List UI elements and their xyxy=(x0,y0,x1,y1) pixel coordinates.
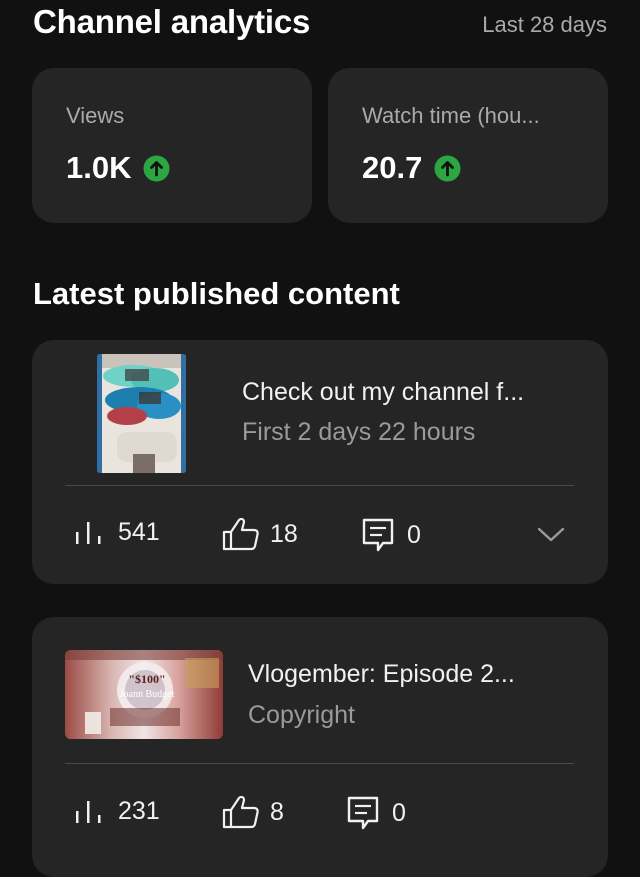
video-subtitle: First 2 days 22 hours xyxy=(242,418,476,446)
views-count: 541 xyxy=(118,518,160,546)
likes-count: 8 xyxy=(270,797,284,826)
thumbnail-budget-text: Joann Budget xyxy=(120,689,175,700)
watch-time-stat-value: 20.7 xyxy=(362,150,423,185)
bar-chart-icon xyxy=(76,521,101,544)
views-stat-value-row: 1.0K xyxy=(66,150,170,186)
content-card[interactable]: "$100" Joann Budget Vlogember: Episode 2… xyxy=(32,617,608,877)
divider xyxy=(65,763,574,764)
watch-time-stat-label: Watch time (hou... xyxy=(362,103,540,128)
views-metric: 231 xyxy=(74,797,160,826)
thumbnail-image xyxy=(97,354,186,473)
video-subtitle: Copyright xyxy=(248,701,355,729)
comments-count: 0 xyxy=(407,520,421,549)
thumbs-up-icon xyxy=(222,795,259,829)
section-title: Latest published content xyxy=(33,276,400,311)
views-stat-card[interactable]: Views 1.0K xyxy=(32,68,312,223)
video-thumbnail[interactable]: "$100" Joann Budget xyxy=(65,650,223,739)
date-range-label[interactable]: Last 28 days xyxy=(482,12,607,38)
views-stat-value: 1.0K xyxy=(66,150,132,185)
content-card[interactable]: Check out my channel f... First 2 days 2… xyxy=(32,340,608,584)
views-stat-label: Views xyxy=(66,103,125,128)
comments-count: 0 xyxy=(392,798,406,827)
divider xyxy=(65,485,574,486)
comment-icon xyxy=(362,518,394,552)
arrow-up-circle-icon xyxy=(143,155,170,181)
comments-metric: 0 xyxy=(346,795,406,831)
arrow-up-circle-icon xyxy=(434,155,461,181)
likes-metric: 18 xyxy=(222,517,298,551)
comments-metric: 0 xyxy=(361,517,421,553)
thumbnail-price-text: "$100" xyxy=(128,672,165,686)
likes-metric: 8 xyxy=(222,795,284,829)
video-thumbnail[interactable] xyxy=(97,354,186,473)
watch-time-stat-card[interactable]: Watch time (hou... 20.7 xyxy=(328,68,608,223)
thumbnail-image: "$100" Joann Budget xyxy=(65,650,223,739)
bar-chart-icon xyxy=(76,800,101,823)
comment-icon xyxy=(347,796,379,830)
header: Channel analytics Last 28 days xyxy=(33,0,607,52)
likes-count: 18 xyxy=(270,519,298,548)
watch-time-stat-value-row: 20.7 xyxy=(362,150,461,186)
thumbs-up-icon xyxy=(222,517,259,551)
views-count: 231 xyxy=(118,797,160,825)
video-title[interactable]: Check out my channel f... xyxy=(242,378,524,407)
page-title: Channel analytics xyxy=(33,3,311,40)
views-metric: 541 xyxy=(74,518,160,547)
video-title[interactable]: Vlogember: Episode 2... xyxy=(248,660,515,689)
chevron-down-icon[interactable] xyxy=(536,524,566,544)
